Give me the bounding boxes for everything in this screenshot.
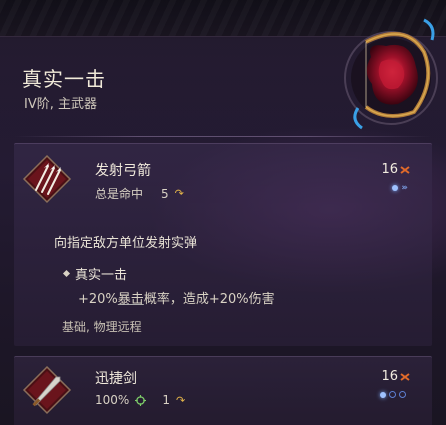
header-divider xyxy=(14,136,432,137)
item-tooltip: 真实一击 IV阶, 主武器 发射弓箭 总是命中 5 ↷ 16 ››› 向指定敌方… xyxy=(0,0,446,425)
arrow-curve-icon: ↷ xyxy=(174,187,184,200)
crit-keyword-link[interactable]: 暴击 xyxy=(118,292,144,307)
skill-tags: 基础, 物理远程 xyxy=(62,320,142,334)
skill-cost: 5 xyxy=(161,186,169,201)
gem-empty-icon xyxy=(389,391,396,398)
skill-description: 向指定敌方单位发射实弹 xyxy=(54,236,198,251)
arrow-curve-icon: ↷ xyxy=(175,393,186,407)
modifier-prefix: +20% xyxy=(78,292,118,307)
gem-active-icon xyxy=(392,185,399,191)
skill-cost-2: 1 xyxy=(162,393,170,407)
modifier-title: 真实一击 xyxy=(75,268,128,283)
skill-card-secondary[interactable]: 迅捷剑 100% 1 ↷ 16 xyxy=(14,356,432,425)
skill-level-value: 16 xyxy=(381,162,398,177)
modifier-suffix: 概率，造成+20%伤害 xyxy=(143,292,275,307)
crosshair-icon xyxy=(135,394,147,406)
item-title: 真实一击 xyxy=(22,67,106,91)
gem-chevron-icon: ››› xyxy=(401,183,408,193)
skill-meta-2: 100% 1 ↷ xyxy=(95,393,185,407)
sword-icon xyxy=(22,365,72,415)
skill-hit-text: 总是命中 xyxy=(95,187,144,201)
skill-accuracy: 100% xyxy=(95,393,130,407)
crimson-bow-icon xyxy=(344,18,438,130)
skill-meta: 总是命中 5 ↷ xyxy=(95,185,184,202)
modifier-title-row: 真实一击 xyxy=(62,264,128,283)
arrow-volley-icon xyxy=(22,154,72,204)
skill-level-2: 16 xyxy=(381,369,410,384)
level-marker-icon xyxy=(400,165,410,174)
gem-active-icon xyxy=(380,391,386,398)
bullet-icon xyxy=(62,269,71,278)
level-marker-icon xyxy=(400,372,410,381)
skill-level: 16 xyxy=(381,162,410,177)
skill-level-value-2: 16 xyxy=(381,369,398,384)
skill-name: 发射弓箭 xyxy=(95,163,151,179)
item-subtitle: IV阶, 主武器 xyxy=(24,97,97,112)
skill-name-2: 迅捷剑 xyxy=(95,371,137,387)
gem-slots: ››› xyxy=(392,183,408,193)
modifier-description: +20%暴击概率，造成+20%伤害 xyxy=(78,288,275,307)
gem-empty-icon xyxy=(399,391,406,398)
gem-slots-2 xyxy=(380,391,406,398)
